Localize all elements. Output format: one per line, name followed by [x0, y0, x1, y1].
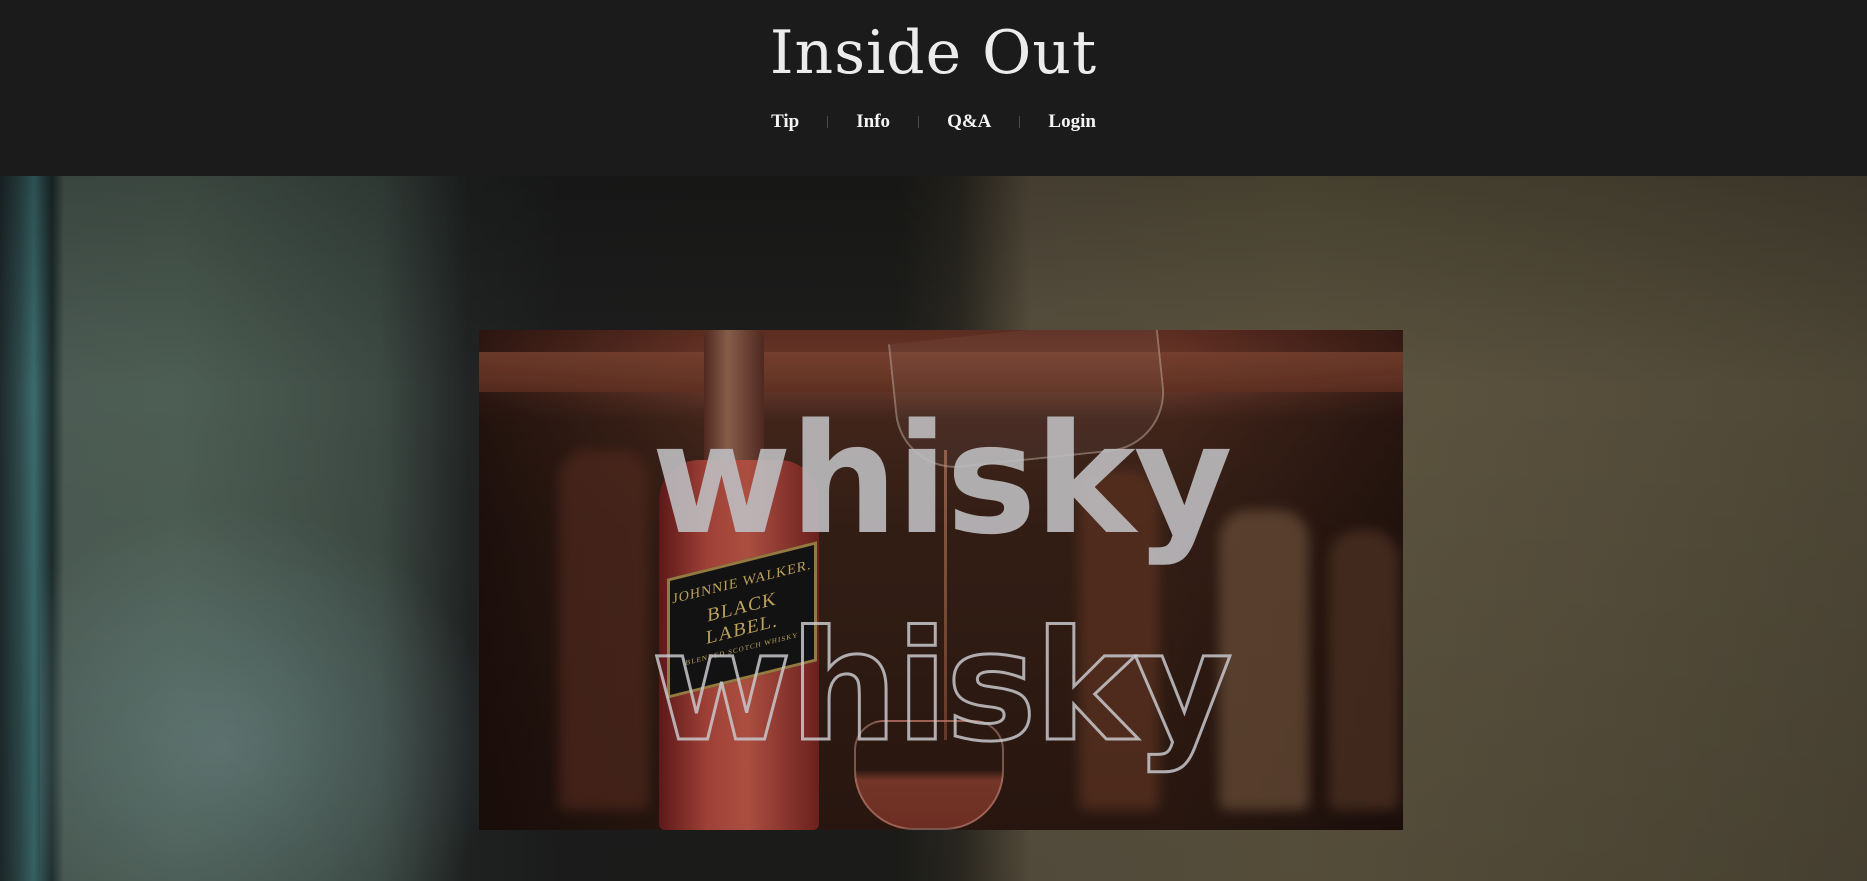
nav-item-tip[interactable]: Tip — [743, 108, 827, 136]
headline-solid: whisky — [651, 391, 1232, 568]
site-title-link[interactable]: Inside Out — [0, 14, 1867, 92]
hero-feature-image: JOHNNIE WALKER. BLACK LABEL. BLENDED SCO… — [479, 330, 1403, 830]
headline-outline: whisky — [650, 598, 1234, 775]
site-header: Inside Out Tip Info Q&A Login — [0, 0, 1867, 176]
main-nav: Tip Info Q&A Login — [0, 108, 1867, 136]
nav-item-qna[interactable]: Q&A — [919, 108, 1019, 136]
nav-item-login[interactable]: Login — [1020, 108, 1124, 136]
nav-item-info[interactable]: Info — [828, 108, 918, 136]
